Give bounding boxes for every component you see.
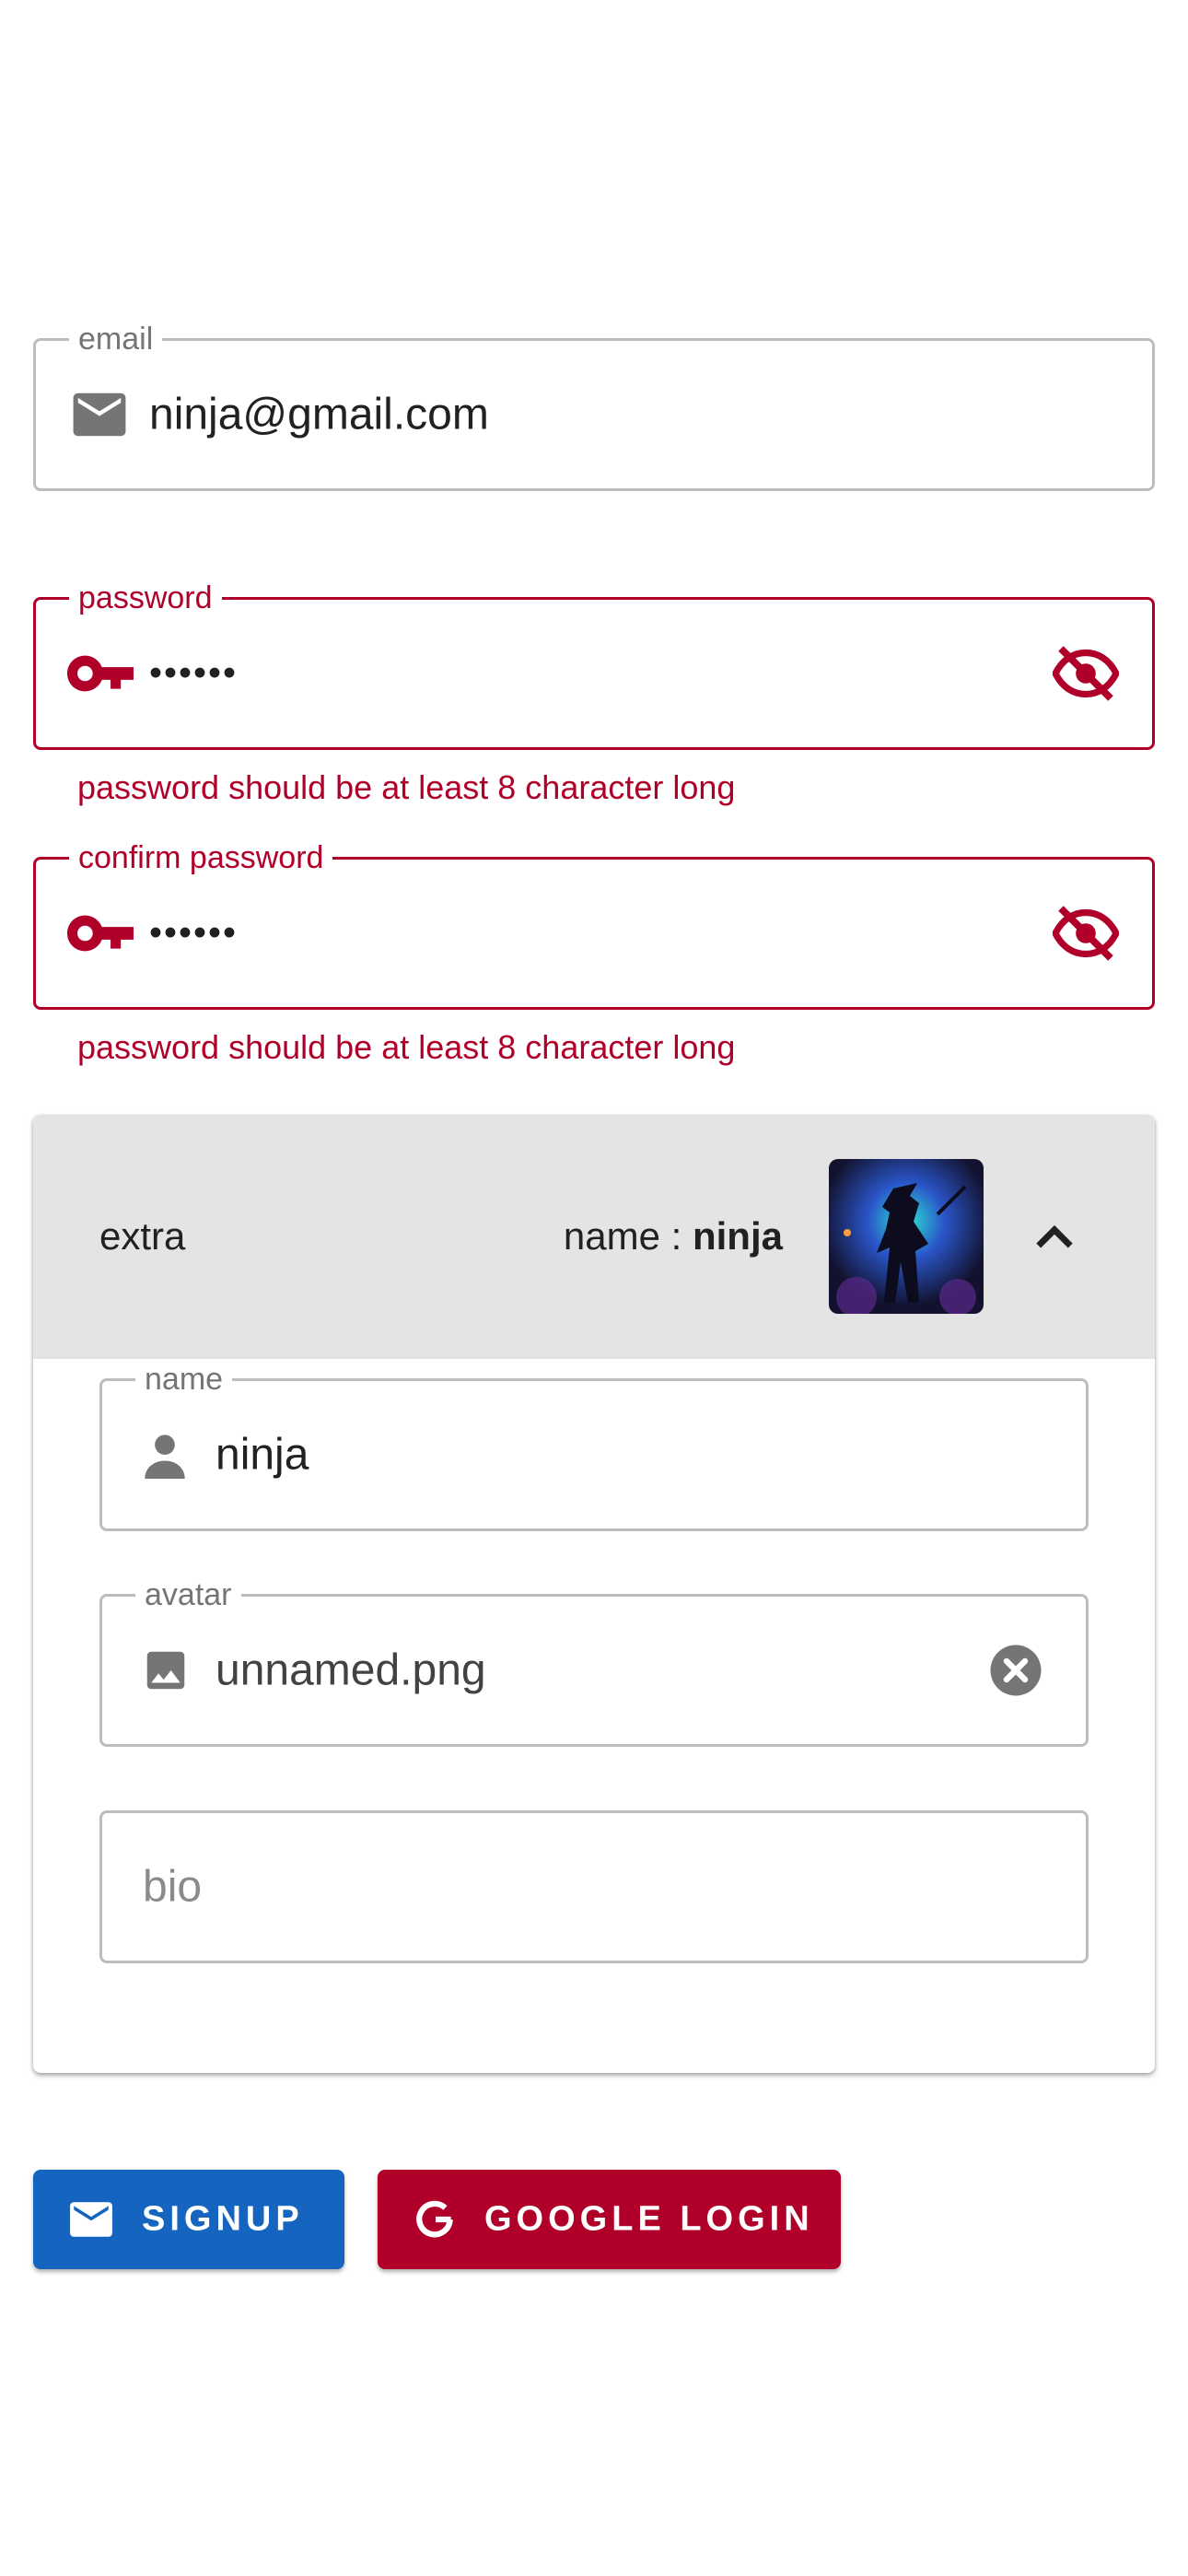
eye-off-icon[interactable]	[1053, 646, 1119, 701]
confirm-password-label: confirm password	[69, 839, 333, 876]
mail-icon	[70, 2202, 112, 2237]
confirm-password-error: password should be at least 8 character …	[77, 1028, 736, 1066]
name-field[interactable]: name ninja	[99, 1361, 1089, 1531]
email-field[interactable]: email ninja@gmail.com	[33, 321, 1155, 491]
confirm-password-field[interactable]: confirm password ••••••	[33, 839, 1155, 1010]
name-value: ninja	[215, 1430, 309, 1480]
signup-button[interactable]: SIGNUP	[33, 2170, 344, 2269]
extra-accordion: extra name : ninja name ninja avatar unn…	[33, 1115, 1155, 2073]
avatar-thumbnail	[829, 1159, 984, 1314]
clear-icon[interactable]	[988, 1643, 1043, 1698]
password-value: ••••••	[149, 652, 239, 694]
email-label: email	[69, 321, 163, 357]
extra-accordion-header[interactable]: extra name : ninja	[33, 1115, 1155, 1359]
google-login-label: GOOGLE LOGIN	[484, 2199, 814, 2239]
confirm-password-value: ••••••	[149, 912, 239, 954]
extra-summary: name : ninja	[564, 1214, 783, 1259]
image-icon	[146, 1651, 185, 1690]
avatar-value: unnamed.png	[215, 1645, 486, 1695]
name-label: name	[135, 1361, 233, 1398]
ninja-avatar-image	[829, 1159, 984, 1314]
avatar-label: avatar	[135, 1576, 241, 1613]
extra-title: extra	[99, 1214, 186, 1258]
eye-off-icon[interactable]	[1053, 906, 1119, 961]
password-error: password should be at least 8 character …	[77, 768, 736, 806]
mail-icon	[73, 392, 126, 437]
summary-name: ninja	[692, 1214, 783, 1258]
person-icon	[145, 1434, 185, 1479]
google-icon	[416, 2200, 453, 2238]
google-login-button[interactable]: GOOGLE LOGIN	[378, 2170, 841, 2269]
bio-field[interactable]: bio	[99, 1810, 1089, 1963]
summary-prefix: name :	[563, 1214, 693, 1258]
avatar-field[interactable]: avatar unnamed.png	[99, 1576, 1089, 1747]
password-label: password	[69, 580, 222, 616]
chevron-up-icon[interactable]	[1033, 1223, 1076, 1250]
bio-placeholder: bio	[143, 1862, 203, 1912]
key-icon	[67, 915, 134, 952]
key-icon	[67, 655, 134, 692]
password-field[interactable]: password ••••••	[33, 580, 1155, 750]
signup-label: SIGNUP	[142, 2199, 304, 2239]
email-value: ninja@gmail.com	[149, 390, 489, 439]
